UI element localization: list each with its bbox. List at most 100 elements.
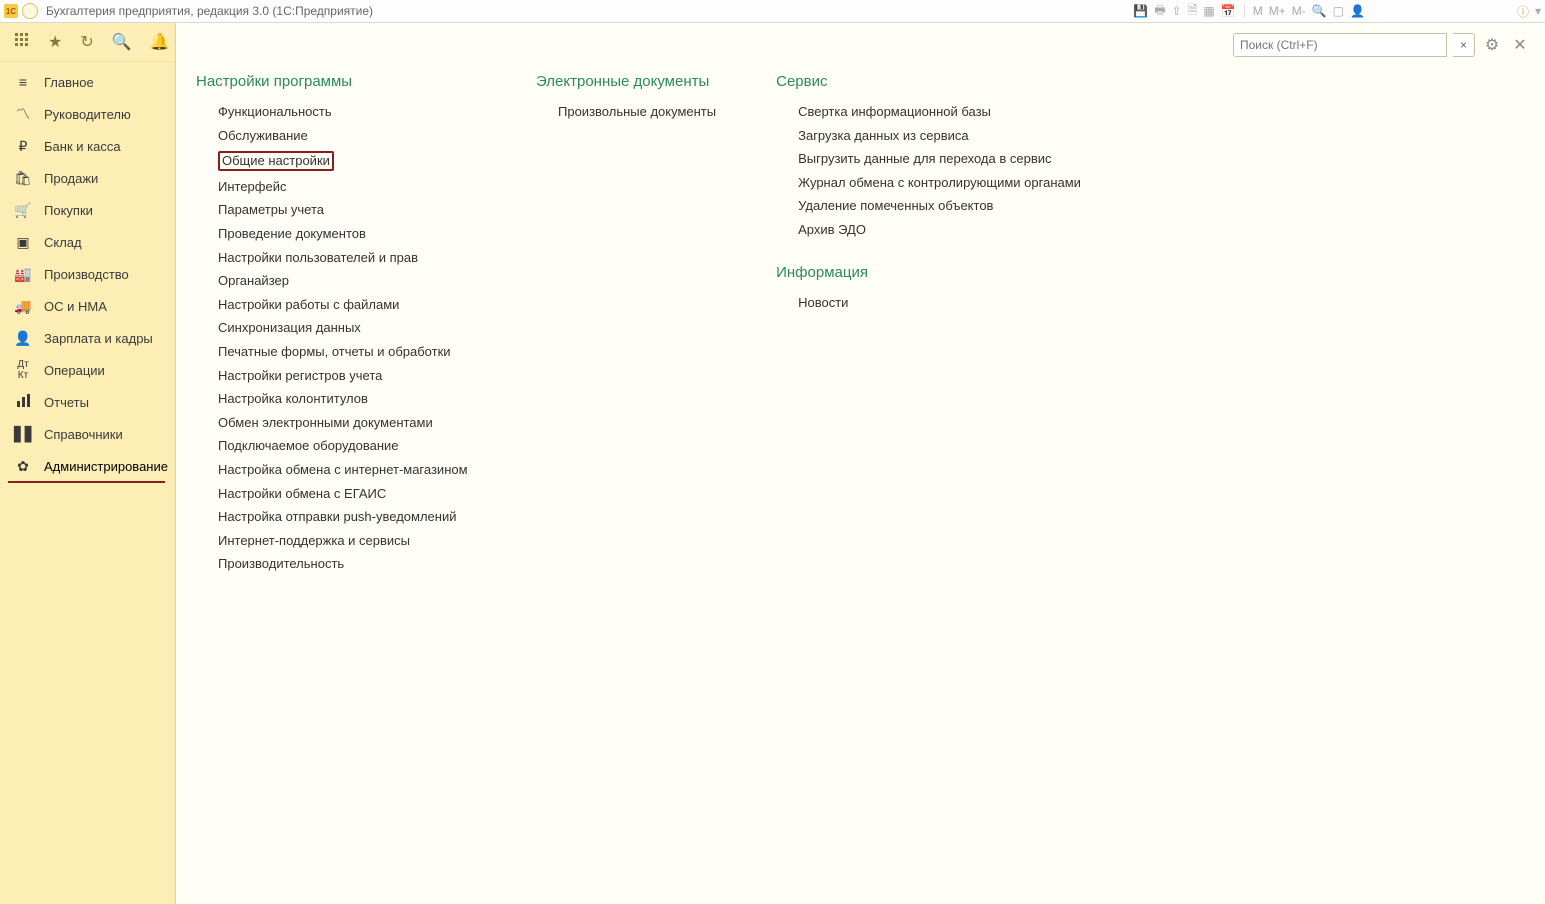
info-links: Новости [776, 295, 1081, 311]
upload-icon[interactable]: ⇧ [1172, 4, 1182, 18]
link-internet-support[interactable]: Интернет-поддержка и сервисы [218, 533, 476, 549]
sidebar-item-label: Руководителю [44, 107, 131, 122]
sidebar-item-label: Главное [44, 75, 94, 90]
sidebar-item-label: Производство [44, 267, 129, 282]
link-general-settings[interactable]: Общие настройки [218, 151, 334, 171]
edocs-links: Произвольные документы [536, 104, 716, 120]
sidebar-item-warehouse[interactable]: ▣ Склад [0, 226, 175, 258]
link-print-forms[interactable]: Печатные формы, отчеты и обработки [218, 344, 476, 360]
windows-icon[interactable]: ▢ [1333, 4, 1344, 18]
link-functionality[interactable]: Функциональность [218, 104, 476, 120]
star-icon[interactable]: ★ [48, 32, 62, 52]
cart-icon: 🛍 [14, 170, 32, 187]
print-icon[interactable]: 🖶 [1154, 1, 1165, 22]
link-doc-posting[interactable]: Проведение документов [218, 226, 476, 242]
basket-icon: 🛒 [14, 202, 32, 219]
sidebar-item-label: Продажи [44, 171, 98, 186]
memory-mplus-icon[interactable]: M+ [1269, 4, 1286, 18]
history-icon[interactable]: ↻ [80, 32, 93, 52]
calculator-icon[interactable]: ▦ [1203, 4, 1214, 18]
link-accounting-params[interactable]: Параметры учета [218, 202, 476, 218]
section-title-settings: Настройки программы [196, 73, 476, 90]
link-edoc-exchange[interactable]: Обмен электронными документами [218, 415, 476, 431]
sidebar-item-bank[interactable]: ₽ Банк и касса [0, 130, 175, 162]
titlebar-icons: 💾 🖶 ⇧ 🗎 ▦ 📅 M M+ M- 🔍 ▢ 👤 ⓘ ▾ [1133, 1, 1541, 22]
sidebar-item-sales[interactable]: 🛍 Продажи [0, 162, 175, 194]
sidebar: ★ ↻ 🔍 🔔 ≡ Главное 〽 Руководителю ₽ Банк … [0, 23, 176, 904]
link-eshop-exchange[interactable]: Настройка обмена с интернет-магазином [218, 462, 476, 478]
main-content: × ⚙ ✕ Настройки программы Функциональнос… [176, 23, 1545, 904]
user-icon[interactable]: 👤 [1350, 4, 1365, 18]
service-links: Свертка информационной базы Загрузка дан… [776, 104, 1081, 238]
titlebar: 1C Бухгалтерия предприятия, редакция 3.0… [0, 0, 1545, 23]
link-interface[interactable]: Интерфейс [218, 179, 476, 195]
back-icon[interactable] [22, 3, 38, 19]
settings-icon[interactable]: ⚙ [1481, 34, 1503, 56]
link-push[interactable]: Настройка отправки push-уведомлений [218, 509, 476, 525]
sidebar-item-purchases[interactable]: 🛒 Покупки [0, 194, 175, 226]
bell-icon[interactable]: 🔔 [150, 32, 170, 52]
settings-links: Функциональность Обслуживание Общие наст… [196, 104, 476, 572]
link-egais[interactable]: Настройки обмена с ЕГАИС [218, 486, 476, 502]
memory-m-icon[interactable]: M [1253, 4, 1263, 18]
sidebar-item-manager[interactable]: 〽 Руководителю [0, 98, 175, 130]
apps-icon[interactable] [14, 32, 30, 53]
truck-icon: 🚚 [14, 298, 32, 315]
books-icon: ▋▋ [14, 426, 32, 443]
search-icon[interactable]: 🔍 [112, 32, 132, 52]
link-user-rights[interactable]: Настройки пользователей и прав [218, 250, 476, 266]
separator [1244, 4, 1245, 18]
dropdown-icon[interactable]: ▾ [1535, 4, 1541, 18]
close-icon[interactable]: ✕ [1509, 34, 1531, 56]
sidebar-item-label: Банк и касса [44, 139, 121, 154]
link-load-service[interactable]: Загрузка данных из сервиса [798, 128, 1081, 144]
link-db-compress[interactable]: Свертка информационной базы [798, 104, 1081, 120]
sidebar-item-operations[interactable]: ДтКт Операции [0, 354, 175, 386]
search-clear-button[interactable]: × [1453, 33, 1475, 57]
sidebar-item-administration[interactable]: ✿ Администрирование [0, 450, 175, 482]
sidebar-item-label: Зарплата и кадры [44, 331, 153, 346]
search-input[interactable] [1233, 33, 1447, 57]
link-exchange-journal[interactable]: Журнал обмена с контролирующими органами [798, 175, 1081, 191]
link-maintenance[interactable]: Обслуживание [218, 128, 476, 144]
boxes-icon: ▣ [14, 234, 32, 251]
sidebar-item-label: Справочники [44, 427, 123, 442]
sidebar-item-directories[interactable]: ▋▋ Справочники [0, 418, 175, 450]
sidebar-item-label: Покупки [44, 203, 93, 218]
zoom-icon[interactable]: 🔍 [1312, 4, 1327, 18]
sidebar-item-label: Отчеты [44, 395, 89, 410]
sidebar-item-reports[interactable]: Отчеты [0, 386, 175, 418]
link-export-service[interactable]: Выгрузить данные для перехода в сервис [798, 151, 1081, 167]
bars-icon [14, 393, 32, 412]
sidebar-item-assets[interactable]: 🚚 ОС и НМА [0, 290, 175, 322]
sidebar-toolbar: ★ ↻ 🔍 🔔 [0, 23, 175, 62]
link-data-sync[interactable]: Синхронизация данных [218, 320, 476, 336]
person-icon: 👤 [14, 330, 32, 347]
app-logo-icon: 1C [4, 4, 18, 18]
link-edo-archive[interactable]: Архив ЭДО [798, 222, 1081, 238]
link-register-settings[interactable]: Настройки регистров учета [218, 368, 476, 384]
link-performance[interactable]: Производительность [218, 556, 476, 572]
link-organizer[interactable]: Органайзер [218, 273, 476, 289]
nav-list: ≡ Главное 〽 Руководителю ₽ Банк и касса … [0, 62, 175, 482]
link-peripherals[interactable]: Подключаемое оборудование [218, 438, 476, 454]
sidebar-item-label: Операции [44, 363, 105, 378]
sidebar-item-salary[interactable]: 👤 Зарплата и кадры [0, 322, 175, 354]
link-delete-marked[interactable]: Удаление помеченных объектов [798, 198, 1081, 214]
sidebar-item-label: Администрирование [44, 459, 168, 474]
sidebar-item-production[interactable]: 🏭 Производство [0, 258, 175, 290]
link-file-settings[interactable]: Настройки работы с файлами [218, 297, 476, 313]
info-icon[interactable]: ⓘ [1517, 3, 1529, 20]
chart-icon: 〽 [14, 104, 32, 124]
document-icon[interactable]: 🗎 [1188, 1, 1198, 22]
window-title: Бухгалтерия предприятия, редакция 3.0 (1… [46, 4, 373, 18]
memory-mminus-icon[interactable]: M- [1292, 4, 1306, 18]
link-custom-docs[interactable]: Произвольные документы [558, 104, 716, 120]
save-icon[interactable]: 💾 [1133, 4, 1148, 18]
link-news[interactable]: Новости [798, 295, 1081, 311]
link-header-footer[interactable]: Настройка колонтитулов [218, 391, 476, 407]
ruble-icon: ₽ [14, 138, 32, 155]
calendar-icon[interactable]: 📅 [1221, 4, 1236, 18]
sidebar-item-main[interactable]: ≡ Главное [0, 66, 175, 98]
factory-icon: 🏭 [14, 266, 32, 283]
